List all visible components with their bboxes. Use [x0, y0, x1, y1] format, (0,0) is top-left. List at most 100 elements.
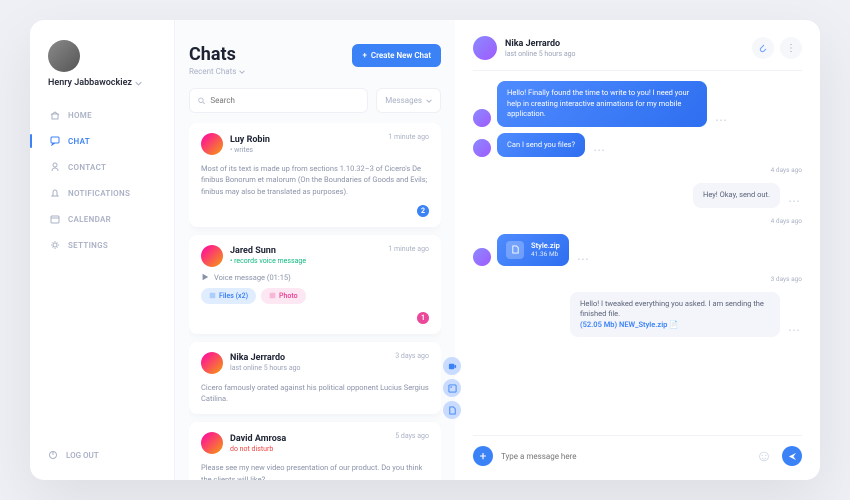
nav-label: HOME: [68, 111, 92, 120]
contact-status: do not disturb: [230, 445, 286, 453]
chat-card[interactable]: Jared Sunn• records voice message 1 minut…: [189, 235, 441, 334]
message-bubble[interactable]: Hello! I tweaked everything you asked. I…: [570, 292, 780, 338]
avatar: [201, 432, 223, 454]
message-row: Hello! Finally found the time to write t…: [473, 81, 802, 127]
message-bubble[interactable]: Hey! Okay, send out.: [693, 183, 780, 208]
page-subtitle[interactable]: Recent Chats: [189, 67, 245, 76]
chevron-down-icon: [426, 98, 432, 104]
contact-name: Luy Robin: [230, 135, 270, 145]
username: Henry Jabbawockiez: [48, 78, 174, 88]
attachment-chip[interactable]: Photo: [261, 288, 306, 304]
play-icon: [201, 273, 209, 281]
avatar: [201, 133, 223, 155]
nav-label: CALENDAR: [68, 215, 111, 224]
search-icon: [198, 97, 205, 105]
message-bubble[interactable]: Can I send you files?: [497, 133, 585, 158]
unread-badge: 2: [417, 205, 429, 217]
message-bubble[interactable]: Hello! Finally found the time to write t…: [497, 81, 707, 127]
message-row: Style.zip41.36 Mb ⋯: [473, 234, 802, 266]
sidebar-item-contact[interactable]: CONTACT: [48, 162, 174, 172]
time-divider: 4 days ago: [473, 217, 802, 225]
chevron-down-icon: [239, 69, 245, 75]
contact-status: last online 5 hours ago: [230, 364, 301, 372]
contact-status: • records voice message: [230, 257, 306, 265]
file-icon: [209, 292, 216, 299]
attach-video-icon[interactable]: [443, 357, 461, 375]
nav: HOME CHAT CONTACT NOTIFICATIONS CALENDAR SETT…: [48, 110, 174, 450]
plus-icon: +: [362, 51, 366, 60]
attach-file-icon[interactable]: [443, 401, 461, 419]
message-more-icon[interactable]: ⋯: [591, 143, 607, 157]
attach-image-icon[interactable]: [443, 379, 461, 397]
conversation-name: Nika Jerrardo: [505, 39, 576, 49]
timestamp: 1 minute ago: [388, 133, 429, 141]
message-more-icon[interactable]: ⋯: [786, 194, 802, 208]
chat-card[interactable]: Nika Jerrardolast online 5 hours ago3 da…: [189, 342, 441, 415]
home-icon: [50, 110, 60, 120]
chat-card[interactable]: Luy Robin• writes1 minute agoMost of its…: [189, 123, 441, 227]
message-row: Hello! I tweaked everything you asked. I…: [473, 292, 802, 338]
conversation-status: last online 5 hours ago: [505, 50, 576, 58]
unread-badge: 1: [417, 312, 429, 324]
sidebar-item-chat[interactable]: CHAT: [48, 136, 174, 146]
avatar: [201, 245, 223, 267]
timestamp: 3 days ago: [395, 352, 429, 360]
file-icon: [506, 241, 524, 259]
message-more-icon[interactable]: ⋯: [786, 323, 802, 337]
message-input[interactable]: [501, 452, 746, 461]
conversation-user[interactable]: Nika Jerrardo last online 5 hours ago: [473, 36, 576, 60]
message-more-icon[interactable]: ⋯: [575, 252, 591, 266]
gear-icon: [50, 240, 60, 250]
file-link[interactable]: (52.05 Mb) NEW_Style.zip 📄: [580, 320, 679, 329]
attachment-icon[interactable]: [752, 37, 774, 59]
message-preview: Please see my new video presentation of …: [201, 462, 429, 480]
message-row: Hey! Okay, send out. ⋯: [473, 183, 802, 208]
avatar: [48, 40, 80, 72]
sidebar-item-settings[interactable]: SETTINGS: [48, 240, 174, 250]
page-title: Chats: [189, 44, 245, 65]
avatar: [201, 352, 223, 374]
contact-name: David Amrosa: [230, 434, 286, 444]
avatar: [473, 139, 491, 157]
voice-message[interactable]: Voice message (01:15): [201, 273, 429, 282]
timestamp: 1 minute ago: [388, 245, 429, 253]
attachment-chip[interactable]: Files (x2): [201, 288, 256, 304]
chat-card[interactable]: David Amrosado not disturb 5 days ago Plea…: [189, 422, 441, 480]
nav-label: CHAT: [68, 137, 90, 146]
avatar: [473, 248, 491, 266]
power-icon: [48, 450, 58, 460]
time-divider: 3 days ago: [473, 275, 802, 283]
chat-list: Chats Recent Chats + Create New Chat Mes…: [175, 20, 455, 480]
send-button[interactable]: [782, 446, 802, 466]
timestamp: 5 days ago: [395, 432, 429, 440]
chat-icon: [50, 136, 60, 146]
avatar: [473, 109, 491, 127]
conversation: Nika Jerrardo last online 5 hours ago ⋮ …: [455, 20, 820, 480]
contact-name: Jared Sunn: [230, 246, 306, 256]
message-more-icon[interactable]: ⋯: [713, 113, 729, 127]
logout-label: LOG OUT: [66, 451, 99, 460]
sidebar-item-notifications[interactable]: NOTIFICATIONS: [48, 188, 174, 198]
nav-label: SETTINGS: [68, 241, 108, 250]
profile[interactable]: Henry Jabbawockiez: [48, 40, 174, 88]
filter-dropdown[interactable]: Messages: [376, 88, 441, 113]
file-attachment[interactable]: Style.zip41.36 Mb: [497, 234, 569, 266]
composer: + ☺: [473, 435, 802, 466]
sidebar: Henry Jabbawockiez HOME CHAT CONTACT NOTIFI…: [30, 20, 175, 480]
search-input[interactable]: [189, 88, 368, 113]
contact-icon: [50, 162, 60, 172]
sidebar-item-home[interactable]: HOME: [48, 110, 174, 120]
sidebar-item-calendar[interactable]: CALENDAR: [48, 214, 174, 224]
time-divider: 4 days ago: [473, 166, 802, 174]
bell-icon: [50, 188, 60, 198]
message-row: Can I send you files? ⋯: [473, 133, 802, 158]
nav-label: CONTACT: [68, 163, 106, 172]
logout-button[interactable]: LOG OUT: [48, 450, 174, 460]
more-icon[interactable]: ⋮: [780, 37, 802, 59]
nav-label: NOTIFICATIONS: [68, 189, 130, 198]
create-chat-button[interactable]: + Create New Chat: [352, 44, 441, 67]
add-attachment-button[interactable]: +: [473, 446, 493, 466]
contact-status: • writes: [230, 146, 270, 154]
photo-icon: [269, 292, 276, 299]
emoji-icon[interactable]: ☺: [754, 446, 774, 466]
